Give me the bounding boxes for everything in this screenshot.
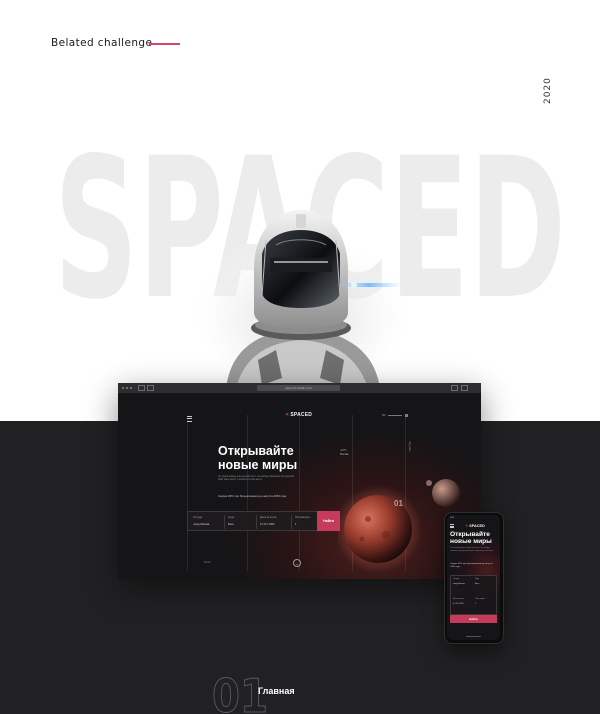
field-divider <box>291 515 292 529</box>
desktop-browser-mockup: spaced.artist.com ✳SPACED RU Открывайте … <box>118 383 481 579</box>
passengers-field[interactable]: 1 <box>475 603 476 605</box>
landing-page: ✳SPACED RU Открывайте новые миры Тут как… <box>118 393 481 579</box>
new-tab-icon[interactable] <box>461 385 468 391</box>
field-divider <box>224 515 225 529</box>
passengers-field[interactable]: Пассажиры 1 <box>295 515 310 526</box>
lang-divider <box>388 415 402 416</box>
date-field[interactable]: 9 / 03 / 2050 <box>453 603 464 605</box>
grid-line <box>187 415 188 571</box>
home-indicator <box>466 636 481 637</box>
project-title: Belated challenge <box>51 37 153 49</box>
accent-divider <box>149 43 180 45</box>
from-field[interactable]: Откуда город Москва <box>193 515 209 526</box>
share-icon[interactable] <box>451 385 458 391</box>
mobile-promo: Скидка 30% при бронировании до августа 2… <box>450 563 493 568</box>
mobile-headline: Открывайте новые миры <box>450 531 492 545</box>
grid-line <box>247 415 248 571</box>
mobile-find-button[interactable]: Найти <box>450 615 497 623</box>
status-bar-time: 9:41 <box>450 517 455 519</box>
mobile-logo[interactable]: ✳ SPACED <box>465 523 485 528</box>
address-bar[interactable]: spaced.artist.com <box>257 385 340 391</box>
side-label[interactable]: Загрузить <box>408 441 410 452</box>
mobile-description: Тут какой-нибудь интересный текст, что-н… <box>450 547 494 552</box>
language-switch[interactable]: RU <box>382 414 386 417</box>
mobile-landing-page: 9:41 ✳ SPACED Открывайте новые миры Тут … <box>447 515 500 640</box>
window-maximize-icon[interactable] <box>130 387 132 389</box>
astronaut-helmet-illustration <box>196 200 406 390</box>
mobile-search-form: Откуда город Москва Куда Весь Дата вылет… <box>450 575 497 615</box>
back-icon[interactable] <box>138 385 145 391</box>
from-field[interactable]: город Москва <box>453 583 465 585</box>
grid-line <box>299 415 300 571</box>
scroll-down-icon[interactable]: ⌄ <box>293 559 301 567</box>
slide-number: 01 <box>394 499 403 508</box>
hamburger-menu-icon[interactable] <box>187 416 192 423</box>
find-button[interactable]: Найти <box>317 511 340 531</box>
to-label: Куда <box>475 578 480 580</box>
hero-description: Тут какой-нибудь интересный текст, что-н… <box>218 476 295 482</box>
project-year: 2020 <box>543 77 553 104</box>
section-label: Главная <box>258 686 295 696</box>
promo-text: Скидка 30% при бронировании до августа 2… <box>218 494 287 498</box>
date-field[interactable]: Дата вылета 9 / 03 / 2050 <box>260 515 276 526</box>
mobile-phone-mockup: 9:41 ✳ SPACED Открывайте новые миры Тут … <box>444 512 504 644</box>
forward-icon[interactable] <box>147 385 154 391</box>
date-label: Дата вылета <box>453 598 465 600</box>
window-minimize-icon[interactable] <box>126 387 128 389</box>
to-field[interactable]: Куда Весь <box>228 515 234 526</box>
hamburger-menu-icon[interactable] <box>450 524 454 529</box>
profile-icon[interactable] <box>405 414 408 417</box>
browser-toolbar: spaced.artist.com <box>118 383 481 393</box>
site-logo[interactable]: ✳SPACED <box>285 412 312 418</box>
passengers-label: Пассажиры <box>475 598 486 600</box>
field-divider <box>256 515 257 529</box>
weather-widget: -12°C Москва <box>340 449 349 456</box>
window-close-icon[interactable] <box>122 387 124 389</box>
scroll-label: Scroll <box>204 561 211 564</box>
hero-headline: Открывайте новые миры <box>218 444 298 472</box>
to-field[interactable]: Весь <box>475 583 479 585</box>
from-label: Откуда <box>453 578 460 580</box>
